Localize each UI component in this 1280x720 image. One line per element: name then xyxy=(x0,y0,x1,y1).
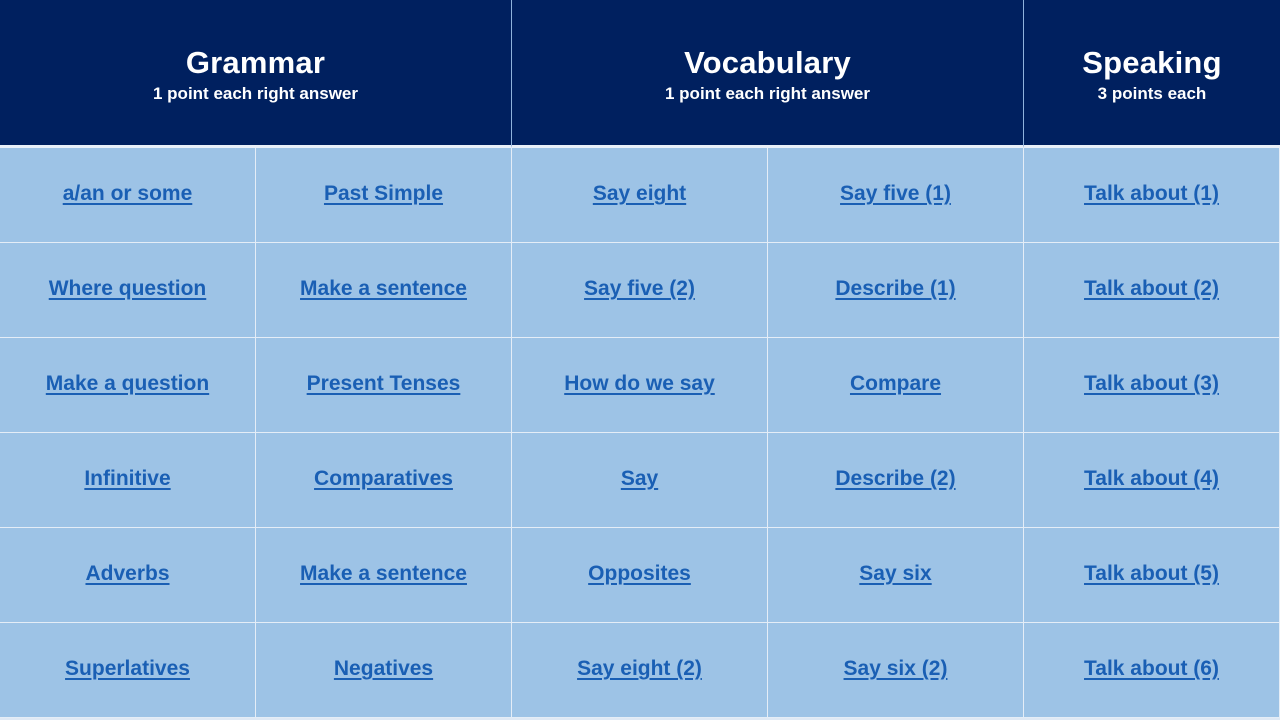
question-link[interactable]: Say xyxy=(621,467,658,491)
board-cell: Say six xyxy=(768,528,1024,623)
question-link[interactable]: Talk about (1) xyxy=(1084,182,1219,206)
header-speaking: Speaking 3 points each xyxy=(1024,0,1280,148)
board-cell: Talk about (5) xyxy=(1024,528,1280,623)
question-link[interactable]: Make a question xyxy=(46,372,209,396)
board-cell: Superlatives xyxy=(0,623,256,718)
question-link[interactable]: How do we say xyxy=(564,372,715,396)
question-link[interactable]: Talk about (2) xyxy=(1084,277,1219,301)
question-link[interactable]: Negatives xyxy=(334,657,433,681)
board-cell: Compare xyxy=(768,338,1024,433)
board-cell: Say eight (2) xyxy=(512,623,768,718)
board-cell: Say six (2) xyxy=(768,623,1024,718)
board-cell: Where question xyxy=(0,243,256,338)
question-link[interactable]: Say eight (2) xyxy=(577,657,702,681)
question-link[interactable]: Superlatives xyxy=(65,657,190,681)
board-cell: Adverbs xyxy=(0,528,256,623)
board-cell: Present Tenses xyxy=(256,338,512,433)
question-link[interactable]: Talk about (4) xyxy=(1084,467,1219,491)
header-grammar: Grammar 1 point each right answer xyxy=(0,0,512,148)
board-cell: Describe (1) xyxy=(768,243,1024,338)
board-cell: Opposites xyxy=(512,528,768,623)
header-title: Vocabulary xyxy=(684,44,851,80)
question-link[interactable]: Adverbs xyxy=(85,562,169,586)
board-cell: Talk about (6) xyxy=(1024,623,1280,718)
question-link[interactable]: Say eight xyxy=(593,182,686,206)
header-subtitle: 1 point each right answer xyxy=(665,83,870,103)
board-cell: Say five (1) xyxy=(768,148,1024,243)
board-cell: Make a sentence xyxy=(256,528,512,623)
question-link[interactable]: Compare xyxy=(850,372,941,396)
question-link[interactable]: Say six (2) xyxy=(844,657,948,681)
question-link[interactable]: Comparatives xyxy=(314,467,453,491)
question-link[interactable]: Talk about (6) xyxy=(1084,657,1219,681)
board-cell: Negatives xyxy=(256,623,512,718)
board-cell: Past Simple xyxy=(256,148,512,243)
question-link[interactable]: Describe (2) xyxy=(835,467,955,491)
question-link[interactable]: Past Simple xyxy=(324,182,443,206)
board-cell: Talk about (4) xyxy=(1024,433,1280,528)
board-cell: Comparatives xyxy=(256,433,512,528)
board-cell: Say xyxy=(512,433,768,528)
question-link[interactable]: Say six xyxy=(859,562,931,586)
board-cell: Talk about (1) xyxy=(1024,148,1280,243)
question-link[interactable]: Make a sentence xyxy=(300,277,467,301)
board-cell: Make a sentence xyxy=(256,243,512,338)
header-subtitle: 1 point each right answer xyxy=(153,83,358,103)
board-cell: Make a question xyxy=(0,338,256,433)
question-link[interactable]: Talk about (3) xyxy=(1084,372,1219,396)
question-link[interactable]: Opposites xyxy=(588,562,691,586)
header-vocabulary: Vocabulary 1 point each right answer xyxy=(512,0,1024,148)
board-cell: How do we say xyxy=(512,338,768,433)
header-title: Grammar xyxy=(185,44,326,80)
question-link[interactable]: Infinitive xyxy=(84,467,170,491)
quiz-board: Grammar 1 point each right answer Vocabu… xyxy=(0,0,1280,720)
question-link[interactable]: a/an or some xyxy=(63,182,193,206)
question-link[interactable]: Talk about (5) xyxy=(1084,562,1219,586)
board-cell: Say eight xyxy=(512,148,768,243)
board-cell: Talk about (2) xyxy=(1024,243,1280,338)
header-subtitle: 3 points each xyxy=(1097,83,1207,103)
question-link[interactable]: Say five (2) xyxy=(584,277,695,301)
question-link[interactable]: Describe (1) xyxy=(835,277,955,301)
board-cell: Infinitive xyxy=(0,433,256,528)
board-cell: Say five (2) xyxy=(512,243,768,338)
board-cell: Describe (2) xyxy=(768,433,1024,528)
question-link[interactable]: Present Tenses xyxy=(307,372,461,396)
header-title: Speaking xyxy=(1082,44,1222,80)
board-cell: Talk about (3) xyxy=(1024,338,1280,433)
question-link[interactable]: Where question xyxy=(49,277,207,301)
question-link[interactable]: Make a sentence xyxy=(300,562,467,586)
question-link[interactable]: Say five (1) xyxy=(840,182,951,206)
board-cell: a/an or some xyxy=(0,148,256,243)
